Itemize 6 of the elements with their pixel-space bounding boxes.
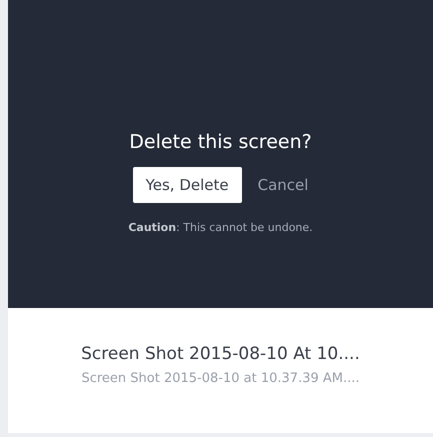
confirm-delete-button[interactable]: Yes, Delete (132, 167, 242, 203)
screen-filename: Screen Shot 2015-08-10 at 10.37.39 AM.... (81, 371, 360, 386)
screen-title: Screen Shot 2015-08-10 At 10.... (81, 344, 360, 364)
dialog-title: Delete this screen? (129, 131, 312, 153)
caution-text: Caution: This cannot be undone. (128, 221, 313, 234)
cancel-link[interactable]: Cancel (258, 176, 308, 194)
